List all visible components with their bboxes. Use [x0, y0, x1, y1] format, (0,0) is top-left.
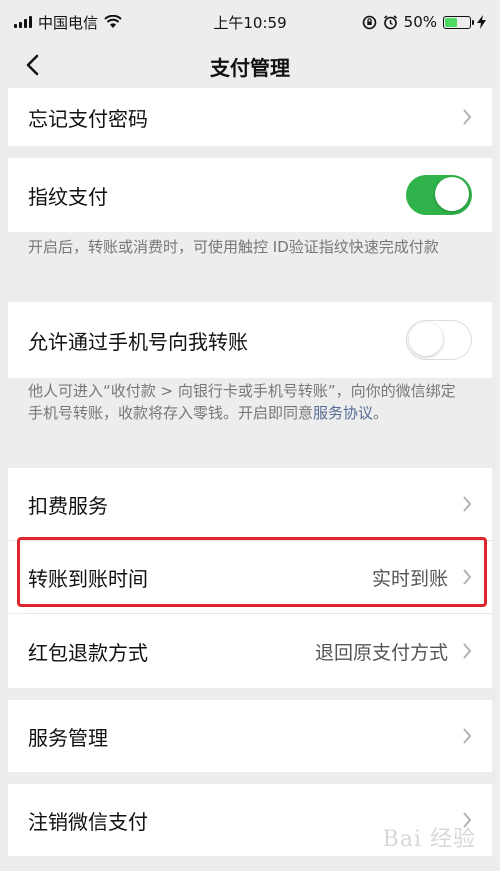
highlight-box — [17, 537, 487, 607]
status-bar: 中国电信 上午10:59 50% — [0, 0, 500, 44]
row-service-management[interactable]: 服务管理 — [8, 700, 492, 772]
row-red-packet-refund[interactable]: 红包退款方式 退回原支付方式 — [8, 614, 492, 688]
clock-time: 上午10:59 — [213, 13, 287, 32]
page-title: 支付管理 — [210, 55, 290, 80]
row-label: 允许通过手机号向我转账 — [28, 329, 248, 354]
chevron-right-icon — [463, 496, 472, 512]
charging-bolt-icon — [477, 15, 486, 29]
toggle-knob — [409, 322, 443, 356]
row-label: 扣费服务 — [28, 493, 108, 518]
description-end: 。 — [373, 404, 389, 422]
chevron-right-icon — [463, 109, 472, 125]
fingerprint-toggle[interactable] — [406, 175, 472, 215]
description-text: 他人可进入“收付款 > 向银行卡或手机号转账”，向你的微信绑定手机号转账，收款将… — [28, 382, 456, 422]
row-label: 注销微信支付 — [28, 809, 148, 834]
battery-icon — [443, 15, 474, 29]
rotation-lock-icon — [362, 15, 376, 29]
alarm-icon — [383, 14, 397, 29]
toggle-knob — [435, 177, 469, 211]
battery-percent: 50% — [403, 13, 437, 31]
carrier-label: 中国电信 — [38, 13, 99, 32]
chevron-right-icon — [463, 643, 472, 659]
row-forgot-password[interactable]: 忘记支付密码 — [8, 88, 492, 146]
wifi-icon — [104, 15, 122, 28]
back-arrow-icon[interactable] — [24, 54, 42, 76]
row-value: 退回原支付方式 — [314, 641, 448, 664]
row-label: 忘记支付密码 — [28, 106, 148, 131]
status-left: 中国电信 — [14, 12, 122, 33]
row-label: 指纹支付 — [28, 184, 108, 209]
status-right: 50% — [362, 13, 486, 31]
row-label: 红包退款方式 — [28, 640, 148, 665]
watermark: Bai 经验 — [382, 827, 476, 852]
phone-transfer-description: 他人可进入“收付款 > 向银行卡或手机号转账”，向你的微信绑定手机号转账，收款将… — [28, 380, 470, 424]
row-fingerprint-pay: 指纹支付 — [8, 158, 492, 232]
row-phone-transfer: 允许通过手机号向我转账 — [8, 302, 492, 378]
signal-icon — [14, 16, 32, 28]
chevron-right-icon — [463, 728, 472, 744]
fingerprint-description: 开启后，转账或消费时，可使用触控 ID验证指纹快速完成付款 — [28, 238, 439, 256]
phone-transfer-toggle[interactable] — [406, 320, 472, 360]
nav-bar: 支付管理 — [0, 44, 500, 88]
row-label: 服务管理 — [28, 725, 108, 750]
service-agreement-link[interactable]: 服务协议 — [313, 404, 373, 422]
row-deduct-service[interactable]: 扣费服务 — [8, 468, 492, 540]
